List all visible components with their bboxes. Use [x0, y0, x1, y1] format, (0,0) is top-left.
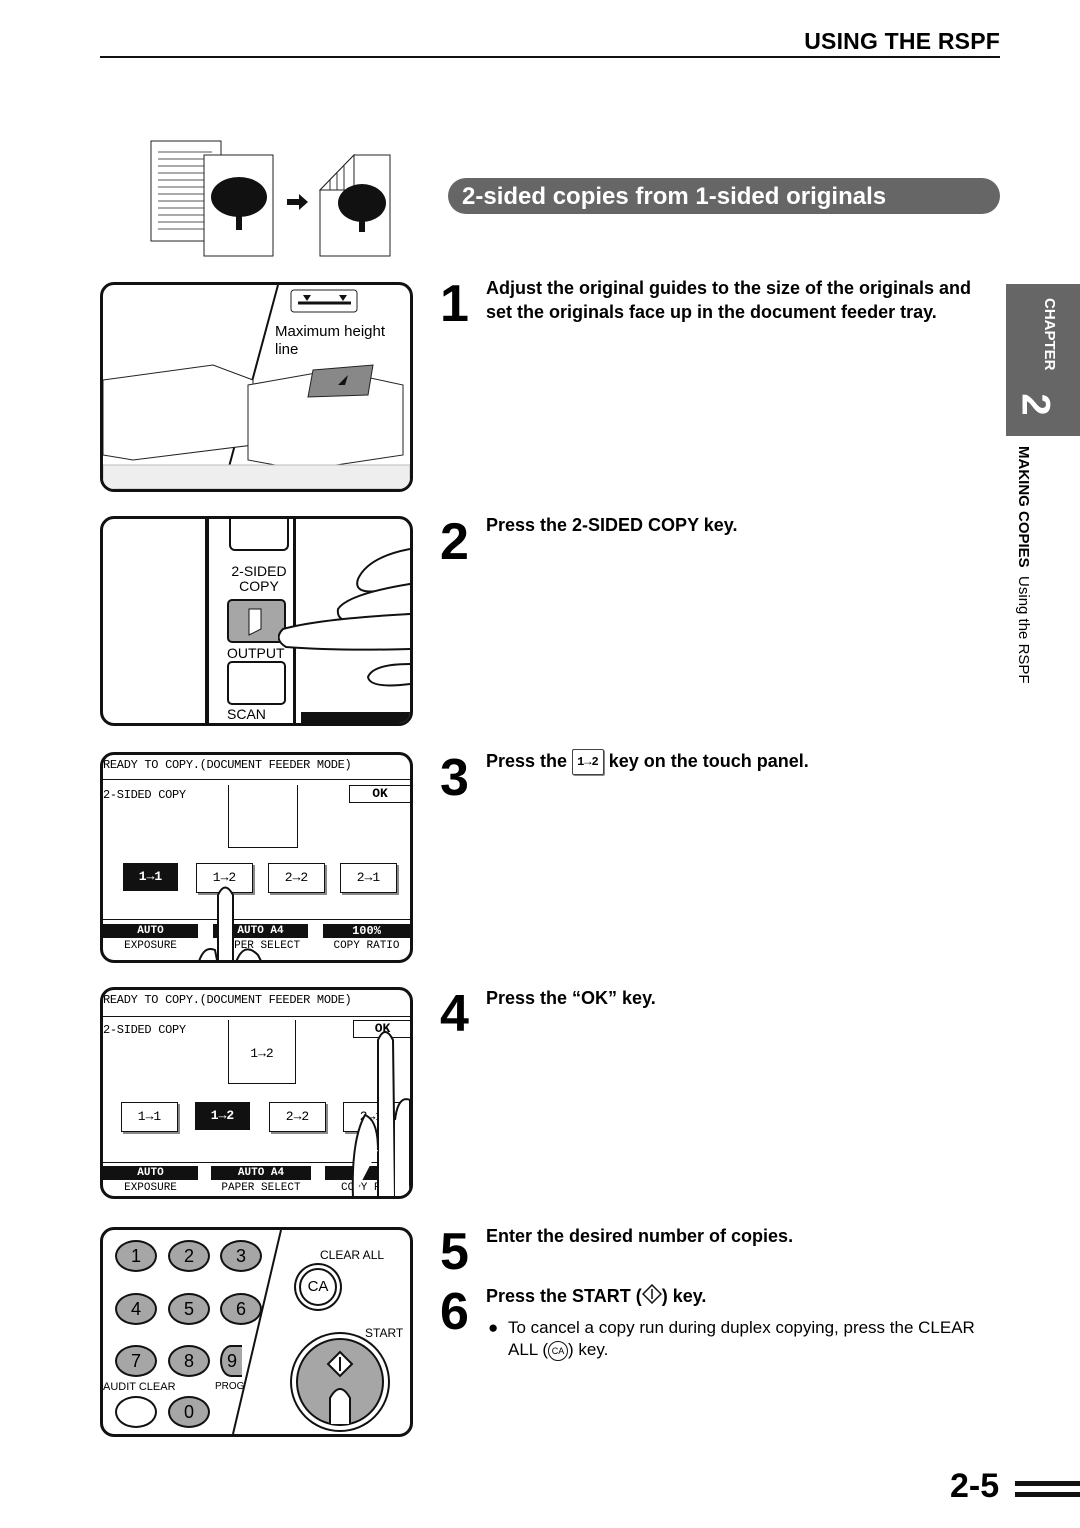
max-height-label-line2: line [275, 341, 299, 358]
start-key[interactable] [296, 1338, 384, 1426]
page-number: 2-5 [950, 1467, 1000, 1505]
start-diamond-icon [641, 1284, 662, 1310]
max-height-label: Maximum height [275, 323, 386, 340]
lcd-status-text: READY TO COPY.(DOCUMENT FEEDER MODE) [103, 758, 352, 772]
page-header-title: USING THE RSPF [804, 28, 1000, 54]
copier-preview-icon [228, 785, 298, 848]
pointing-hand-icon [278, 548, 410, 687]
note-text-after: ) key. [568, 1340, 609, 1359]
header-divider [100, 56, 1000, 58]
program-label: PROG [215, 1381, 245, 1392]
step-6-number: 6 [440, 1283, 469, 1341]
keypad-key-0[interactable]: 0 [168, 1396, 210, 1428]
keypad-key-9[interactable]: 9 [220, 1345, 242, 1377]
duplex-concept-illustration [150, 140, 400, 260]
option-1-to-1[interactable]: 1→1 [121, 1102, 178, 1132]
pointing-hand-icon [351, 1031, 410, 1196]
step-6-text-after: ) key. [661, 1286, 707, 1306]
exposure-label: EXPOSURE [124, 1182, 177, 1194]
touch-panel-illustration-b: READY TO COPY.(DOCUMENT FEEDER MODE) 2-S… [100, 987, 413, 1199]
step-3-text-before: Press the [486, 751, 568, 771]
step-6-note: ● To cancel a copy run during duplex cop… [488, 1317, 1003, 1361]
side-caption-chapter: MAKING COPIES [1015, 446, 1032, 568]
option-1-to-1[interactable]: 1→1 [123, 863, 178, 891]
keypad-key-3[interactable]: 3 [220, 1240, 262, 1272]
copier-preview: 1→2 [228, 1020, 296, 1084]
option-1-to-2[interactable]: 1→2 [195, 1102, 250, 1130]
lcd-status-text: READY TO COPY.(DOCUMENT FEEDER MODE) [103, 993, 352, 1007]
chapter-tab-label: CHAPTER [1041, 298, 1058, 371]
chapter-tab-number: 2 [1013, 393, 1058, 416]
tree-page-icon [203, 154, 274, 257]
side-caption-section: Using the RSPF [1015, 576, 1032, 684]
step-5-number: 5 [440, 1223, 469, 1281]
scan-label: SCAN [227, 706, 266, 722]
step-2-number: 2 [440, 513, 469, 571]
step-3-number: 3 [440, 749, 469, 807]
keypad-key-5[interactable]: 5 [168, 1293, 210, 1325]
copy-ratio-label: COPY RATIO [333, 940, 400, 952]
option-2-to-2[interactable]: 2→2 [268, 863, 325, 893]
feeder-illustration: Maximum height line [100, 282, 413, 492]
lcd-mode-text: 2-SIDED COPY [103, 788, 186, 802]
lcd-mode-text: 2-SIDED COPY [103, 1023, 186, 1037]
option-2-to-1[interactable]: 2→1 [340, 863, 397, 893]
page-number-rule-top [1015, 1481, 1080, 1486]
step-4-number: 4 [440, 985, 469, 1043]
bullet-icon: ● [488, 1318, 499, 1337]
exposure-value[interactable]: AUTO [103, 1166, 198, 1180]
paper-select-value[interactable]: AUTO A4 [211, 1166, 311, 1180]
duplex-page-icon [318, 153, 391, 257]
option-2-to-2[interactable]: 2→2 [269, 1102, 326, 1132]
output-label: OUTPUT [227, 645, 285, 661]
audit-clear-key[interactable] [115, 1396, 157, 1428]
keypad-illustration: 1 2 3 4 5 6 7 8 9 AUDIT CLEAR 0 PROG CLE… [100, 1227, 413, 1437]
start-diamond-icon [326, 1350, 354, 1424]
step-6-text-before: Press the START ( [486, 1286, 642, 1306]
lcd-ok-button[interactable]: OK [349, 785, 410, 803]
keypad-key-4[interactable]: 4 [115, 1293, 157, 1325]
step-2-text: Press the 2-SIDED COPY key. [486, 515, 738, 535]
clear-all-label: CLEAR ALL [320, 1248, 385, 1262]
one-to-two-key-icon: 1→2 [572, 749, 604, 776]
keypad-key-6[interactable]: 6 [220, 1293, 262, 1325]
paper-select-label: PAPER SELECT [221, 1182, 301, 1194]
page-number-rule-bottom [1015, 1492, 1080, 1497]
audit-clear-label: AUDIT CLEAR [103, 1381, 176, 1393]
step-4-text: Press the “OK” key. [486, 988, 656, 1008]
copy-ratio-value[interactable]: 100% [323, 924, 410, 938]
lcd-display-edge [301, 712, 410, 723]
start-label: START [365, 1326, 404, 1340]
step-1-number: 1 [440, 275, 469, 333]
step-3-text: Press the 1→2 key on the touch panel. [486, 749, 809, 776]
arrow-right-icon [287, 194, 308, 210]
step-3-text-after: key on the touch panel. [608, 751, 809, 771]
step-6-text: Press the START ( ) key. [486, 1284, 706, 1310]
exposure-label: EXPOSURE [124, 940, 177, 952]
keypad-key-8[interactable]: 8 [168, 1345, 210, 1377]
section-title: 2-sided copies from 1-sided originals [448, 178, 1000, 214]
touch-panel-illustration-a: READY TO COPY.(DOCUMENT FEEDER MODE) 2-S… [100, 752, 413, 963]
exposure-value[interactable]: AUTO [103, 924, 198, 938]
step-1-text: Adjust the original guides to the size o… [486, 278, 972, 322]
pointing-finger-icon [198, 886, 262, 960]
control-panel-illustration: 2-SIDED COPY OUTPUT SCAN [100, 516, 413, 726]
keypad-key-7[interactable]: 7 [115, 1345, 157, 1377]
clear-all-key-icon: CA [548, 1340, 569, 1361]
clear-all-key[interactable]: CA [299, 1268, 337, 1306]
keypad-key-1[interactable]: 1 [115, 1240, 157, 1272]
keypad-key-2[interactable]: 2 [168, 1240, 210, 1272]
step-5-text: Enter the desired number of copies. [486, 1226, 794, 1246]
